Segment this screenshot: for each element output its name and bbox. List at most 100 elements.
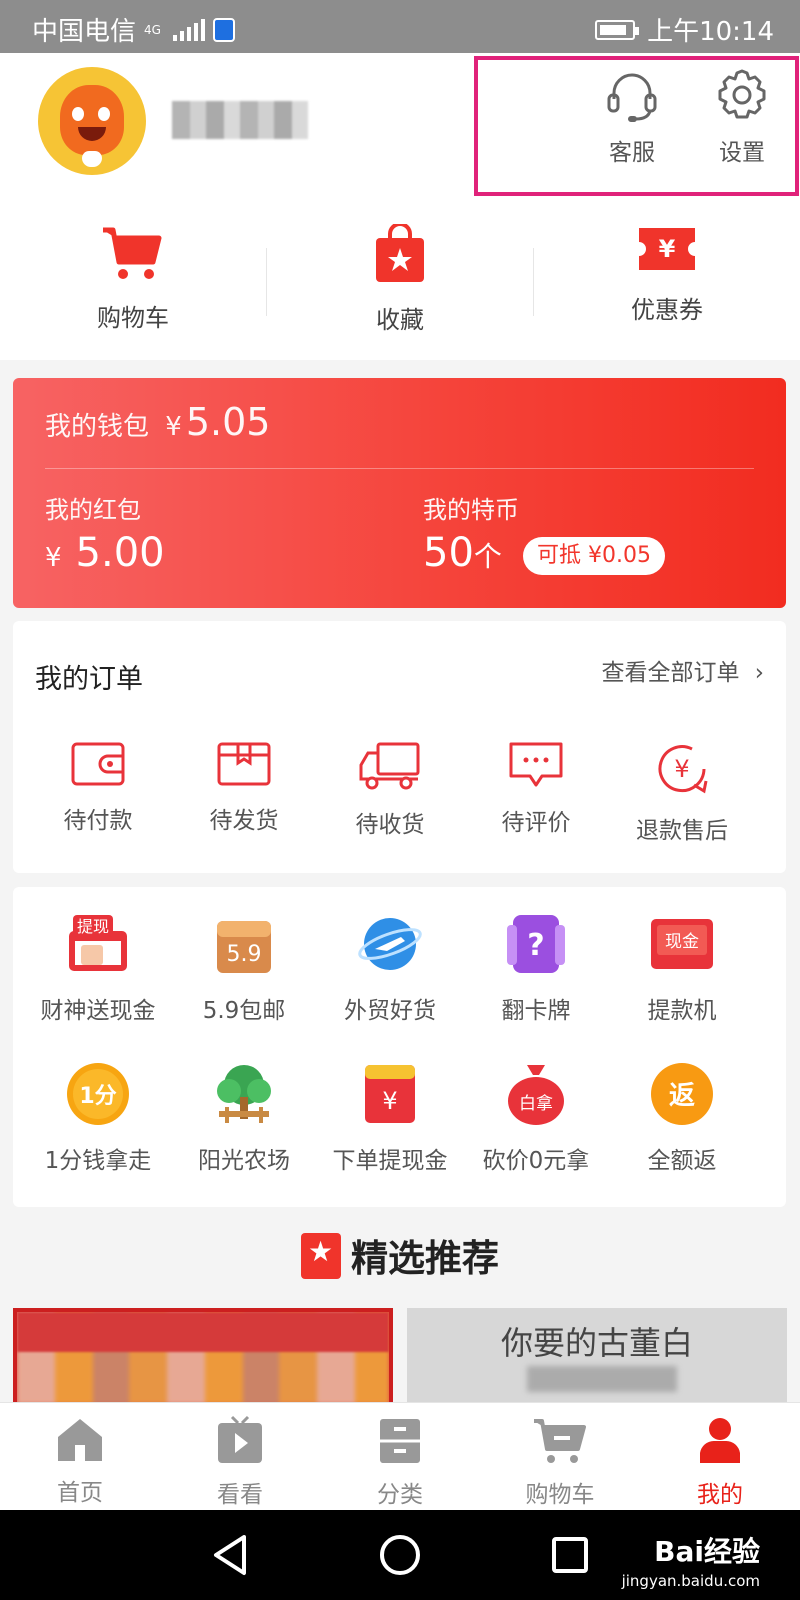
battery-icon: [595, 19, 640, 40]
feature-badge: 返: [669, 1081, 695, 1111]
recommend-header: 精选推荐: [0, 1228, 800, 1282]
feature-label: 1分钱拿走: [44, 1148, 152, 1174]
quick-favorites-label: 收藏: [376, 306, 424, 334]
feature-atm[interactable]: 现金 提款机: [607, 911, 757, 1025]
home-circle-icon[interactable]: [378, 1533, 422, 1577]
order-pending-review[interactable]: 待评价: [461, 741, 611, 837]
feature-god-cash[interactable]: 提现 财神送现金: [23, 911, 173, 1025]
red-packet-value: 5.00: [75, 530, 165, 576]
quick-cart[interactable]: 购物车: [33, 224, 233, 333]
username-blurred[interactable]: [172, 101, 308, 139]
question-card-icon: ?: [507, 915, 565, 973]
product-card[interactable]: [13, 1308, 393, 1408]
feature-label: 全额返: [647, 1148, 717, 1174]
truck-icon: [359, 742, 420, 790]
tab-profile[interactable]: 我的: [640, 1415, 800, 1509]
home-icon: [58, 1419, 102, 1461]
watermark: Bai经验 jingyan.baidu.com: [622, 1530, 760, 1590]
feature-foreign-trade[interactable]: 外贸好货: [315, 911, 465, 1025]
wallet-card[interactable]: 我的钱包 ¥5.05 我的红包 ¥5.00 我的特币 50个 可抵 ¥0.05: [13, 378, 786, 608]
profile-header: 客服 设置: [0, 53, 800, 200]
feature-order-cash[interactable]: ¥ 下单提现金: [315, 1061, 465, 1175]
favorites-bag-icon: [376, 222, 424, 282]
back-icon[interactable]: [210, 1533, 250, 1577]
coupon-icon: ¥: [639, 228, 695, 270]
feature-flip-card[interactable]: ? 翻卡牌: [461, 911, 611, 1025]
coins-unit: 个: [473, 540, 502, 573]
divider: [266, 248, 267, 316]
feature-label: 外贸好货: [344, 998, 436, 1024]
tab-cart-label: 购物车: [525, 1482, 595, 1508]
order-pending-receipt-label: 待收货: [355, 812, 425, 838]
network-type: 4G: [144, 22, 161, 37]
coins-label[interactable]: 我的特币: [423, 490, 519, 525]
cart-icon: [534, 1419, 586, 1463]
avatar[interactable]: [38, 67, 146, 175]
watermark-brand: Bai经验: [654, 1535, 760, 1568]
headset-icon: [607, 73, 657, 122]
red-packet-amount[interactable]: ¥5.00: [45, 530, 165, 576]
feature-bargain[interactable]: 白拿 砍价0元拿: [461, 1061, 611, 1175]
view-all-orders-link[interactable]: 查看全部订单 ›: [601, 653, 764, 687]
money-bag-icon: 白拿: [508, 1065, 564, 1125]
recent-apps-icon[interactable]: [550, 1533, 590, 1577]
red-envelope-icon: ¥: [365, 1065, 415, 1123]
shopping-cart-icon: [103, 227, 162, 279]
quick-favorites[interactable]: 收藏: [300, 222, 500, 335]
feature-label: 翻卡牌: [501, 998, 571, 1024]
wallet-currency: ¥: [165, 412, 182, 442]
feature-one-cent[interactable]: 1分 1分钱拿走: [23, 1061, 173, 1175]
order-refund[interactable]: ¥ 退款售后: [607, 741, 757, 845]
feature-label: 下单提现金: [332, 1148, 448, 1174]
order-refund-label: 退款售后: [636, 818, 728, 844]
feature-badge: 现金: [665, 932, 699, 952]
order-pending-shipment[interactable]: 待发货: [169, 741, 319, 835]
feature-sunshine-farm[interactable]: 阳光农场: [169, 1061, 319, 1175]
feature-label: 5.9包邮: [202, 998, 286, 1024]
tab-watch[interactable]: 看看: [160, 1415, 320, 1509]
settings-button[interactable]: 设置: [697, 65, 787, 167]
clock: 上午10:14: [647, 17, 774, 47]
star-icon: [301, 1233, 341, 1279]
feature-badge: 1分: [79, 1084, 116, 1109]
wallet-title-label: 我的钱包: [45, 412, 150, 442]
profile-icon: [700, 1418, 740, 1463]
bottom-nav: 首页 看看 分类 购物车 我的: [0, 1402, 800, 1510]
customer-service-label: 客服: [609, 140, 655, 166]
feature-badge: 5.9: [227, 942, 262, 967]
tab-home[interactable]: 首页: [0, 1415, 160, 1507]
price-tag-icon: 5.9: [217, 921, 271, 973]
refund-coin-icon: 返: [651, 1063, 713, 1125]
category-icon: [380, 1419, 420, 1463]
carrier-name: 中国电信: [32, 17, 137, 47]
tab-cart[interactable]: 购物车: [480, 1415, 640, 1509]
order-pending-payment[interactable]: 待付款: [23, 741, 173, 835]
wallet-title[interactable]: 我的钱包 ¥5.05: [45, 400, 270, 444]
product-card[interactable]: 你要的古董白: [407, 1308, 787, 1408]
order-pending-payment-label: 待付款: [63, 808, 133, 834]
svg-text:¥: ¥: [674, 755, 689, 783]
order-pending-shipment-label: 待发货: [209, 808, 279, 834]
coins-amount[interactable]: 50个: [423, 530, 502, 576]
feature-full-refund[interactable]: 返 全额返: [607, 1061, 757, 1175]
customer-service-button[interactable]: 客服: [587, 65, 677, 167]
settings-label: 设置: [719, 140, 765, 166]
tab-category-label: 分类: [377, 1482, 423, 1508]
feature-badge: 白拿: [519, 1093, 553, 1114]
quick-actions: 购物车 收藏 ¥ 优惠券: [0, 200, 800, 360]
product-card-title: 你要的古董白: [500, 1324, 693, 1362]
view-all-orders-label: 查看全部订单: [601, 660, 740, 686]
recommend-title: 精选推荐: [351, 1237, 499, 1280]
divider: [533, 248, 534, 316]
gear-icon: [718, 69, 766, 119]
feature-59-shipping[interactable]: 5.9 5.9包邮: [169, 911, 319, 1025]
features-grid: 提现 财神送现金 5.9 5.9包邮 外贸好货 ? 翻卡牌 现金 提款机 1分 …: [13, 887, 786, 1207]
tab-category[interactable]: 分类: [320, 1415, 480, 1509]
refund-icon: ¥: [658, 745, 708, 794]
red-packet-label[interactable]: 我的红包: [45, 490, 141, 525]
quick-coupons[interactable]: ¥ 优惠券: [567, 224, 767, 325]
order-pending-receipt[interactable]: 待收货: [315, 741, 465, 839]
tab-home-label: 首页: [57, 1480, 103, 1506]
red-packet-currency: ¥: [45, 543, 62, 573]
system-nav-bar: Bai经验 jingyan.baidu.com: [0, 1510, 800, 1600]
